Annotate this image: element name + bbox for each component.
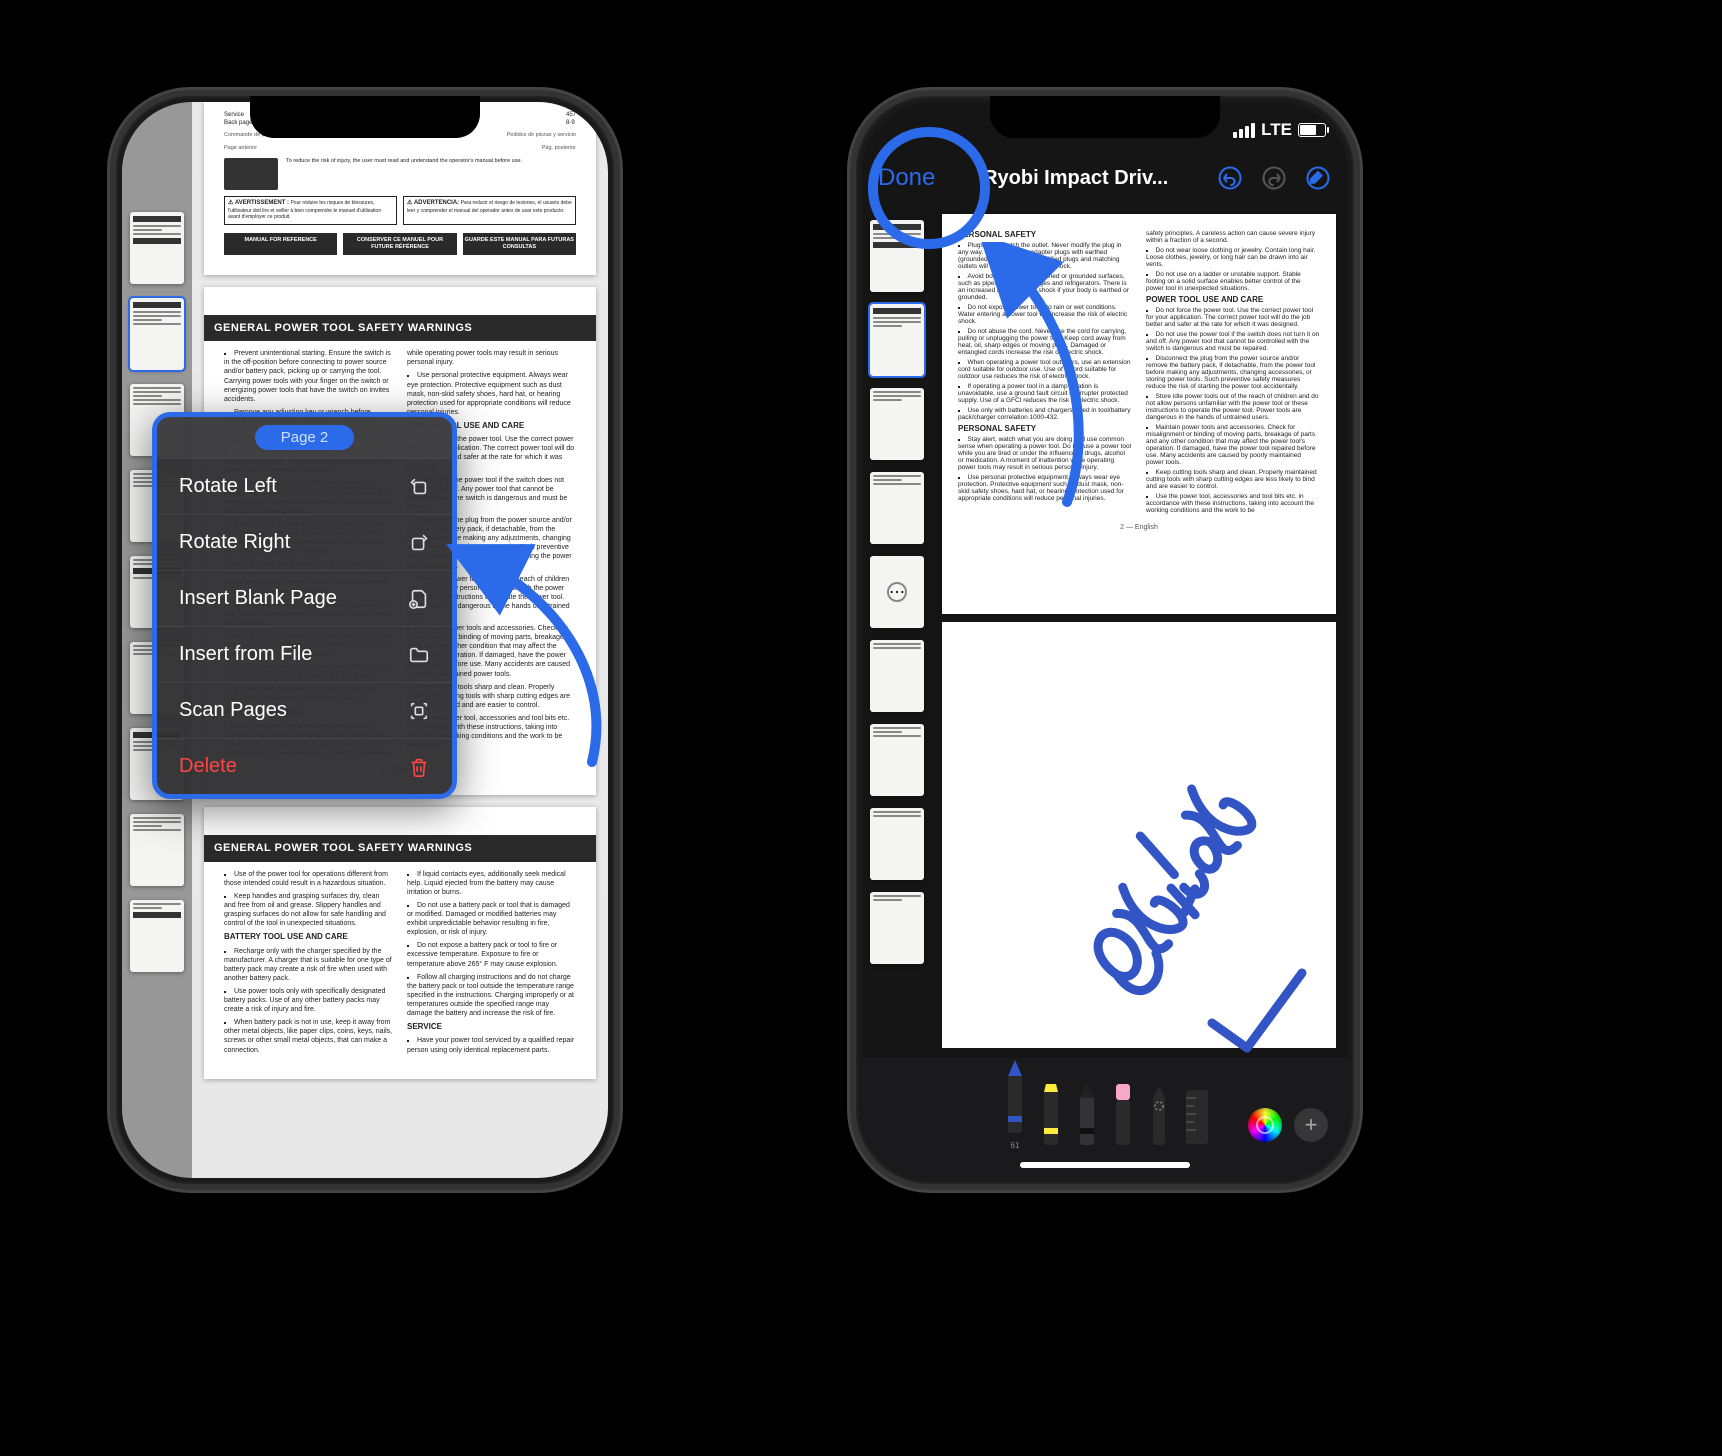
warning-text: To reduce the risk of injury, the user m…: [286, 158, 522, 190]
page-thumbnail[interactable]: [870, 304, 924, 376]
undo-icon[interactable]: [1216, 164, 1244, 192]
vol-down-button: [850, 456, 853, 536]
page-thumbnail[interactable]: [870, 388, 924, 460]
scan-pages-item[interactable]: Scan Pages: [157, 682, 452, 738]
page-context-menu: Page 2 Rotate Left Rotate Right Insert B…: [152, 412, 457, 799]
home-indicator[interactable]: [1020, 1162, 1190, 1168]
document-page[interactable]: PERSONAL SAFETY Plugs must match the out…: [942, 214, 1336, 614]
vol-down-button: [110, 456, 113, 536]
notch: [990, 96, 1220, 138]
insert-file-item[interactable]: Insert from File: [157, 626, 452, 682]
notch: [250, 96, 480, 138]
document-page-3: GENERAL POWER TOOL SAFETY WARNINGS Use o…: [204, 807, 596, 1078]
mute-switch: [850, 286, 853, 326]
pencil-tool[interactable]: [1074, 1084, 1100, 1148]
scan-icon: [408, 700, 430, 722]
signal-icon: [1233, 123, 1255, 138]
page-thumbnail[interactable]: [870, 724, 924, 796]
menu-title: Page 2: [157, 417, 452, 458]
page-thumbnail[interactable]: [130, 298, 184, 370]
iphone-left: ServiceBack page 4578-9 Commande de pièc…: [110, 90, 620, 1190]
rotate-right-icon: [408, 532, 430, 554]
markup-canvas[interactable]: [942, 622, 1336, 1048]
vol-up-button: [850, 356, 853, 436]
power-button: [1357, 376, 1360, 496]
marker-tool[interactable]: [1038, 1084, 1064, 1148]
delete-item[interactable]: Delete: [157, 738, 452, 794]
page-thumbnail[interactable]: [130, 900, 184, 972]
page-thumbnail[interactable]: [130, 814, 184, 886]
ryobi-logo: [224, 158, 278, 190]
redo-icon[interactable]: [1260, 164, 1288, 192]
section-heading: GENERAL POWER TOOL SAFETY WARNINGS: [204, 835, 596, 861]
carrier-label: LTE: [1261, 120, 1292, 140]
vol-up-button: [110, 356, 113, 436]
handwriting-edited: [1062, 728, 1322, 1058]
lasso-tool[interactable]: [1146, 1084, 1172, 1148]
battery-icon: [1298, 123, 1326, 137]
eraser-tool[interactable]: [1110, 1084, 1136, 1148]
page-thumbnail[interactable]: [870, 808, 924, 880]
insert-blank-item[interactable]: Insert Blank Page: [157, 570, 452, 626]
ref-box-en: MANUAL FOR REFERENCE: [224, 233, 337, 255]
warning-box-fr: ⚠ AVERTISSEMENT : Pour réduire les risqu…: [224, 196, 397, 225]
iphone-right: LTE Done Ryobi Impact Driv... ⋯ PE: [850, 90, 1360, 1190]
power-button: [617, 376, 620, 496]
warning-box-es: ⚠ ADVERTENCIA: Para reducir el riesgo de…: [403, 196, 576, 225]
page-thumbnail[interactable]: [870, 640, 924, 712]
page-thumbnail[interactable]: ⋯: [870, 556, 924, 628]
ruler-tool[interactable]: [1182, 1084, 1208, 1148]
tutorial-highlight-ring: [868, 127, 990, 249]
rotate-right-item[interactable]: Rotate Right: [157, 514, 452, 570]
tool-size-label: 61: [1011, 1141, 1020, 1150]
markup-tool-tray: 61 +: [862, 1058, 1348, 1178]
insert-page-icon: [408, 588, 430, 610]
add-tool-button[interactable]: +: [1294, 1108, 1328, 1142]
section-heading: GENERAL POWER TOOL SAFETY WARNINGS: [204, 315, 596, 341]
pen-tool[interactable]: 61: [1002, 1060, 1028, 1136]
rotate-left-icon: [408, 476, 430, 498]
ref-box-fr: CONSERVER CE MANUEL POUR FUTURE RÉFÉRENC…: [343, 233, 456, 255]
ref-box-es: GUARDE ESTE MANUAL PARA FUTURAS CONSULTA…: [463, 233, 576, 255]
rotate-left-item[interactable]: Rotate Left: [157, 458, 452, 514]
svc-text: Service: [224, 112, 244, 118]
color-picker[interactable]: [1248, 1108, 1282, 1142]
folder-icon: [408, 644, 430, 666]
trash-icon: [408, 756, 430, 778]
page-thumbnail[interactable]: [870, 472, 924, 544]
page-thumbnail[interactable]: [870, 892, 924, 964]
mute-switch: [110, 286, 113, 326]
markup-pen-icon[interactable]: [1304, 164, 1332, 192]
page-thumbnails-sidebar[interactable]: ⋯: [862, 212, 932, 1058]
page-thumbnail[interactable]: [130, 212, 184, 284]
